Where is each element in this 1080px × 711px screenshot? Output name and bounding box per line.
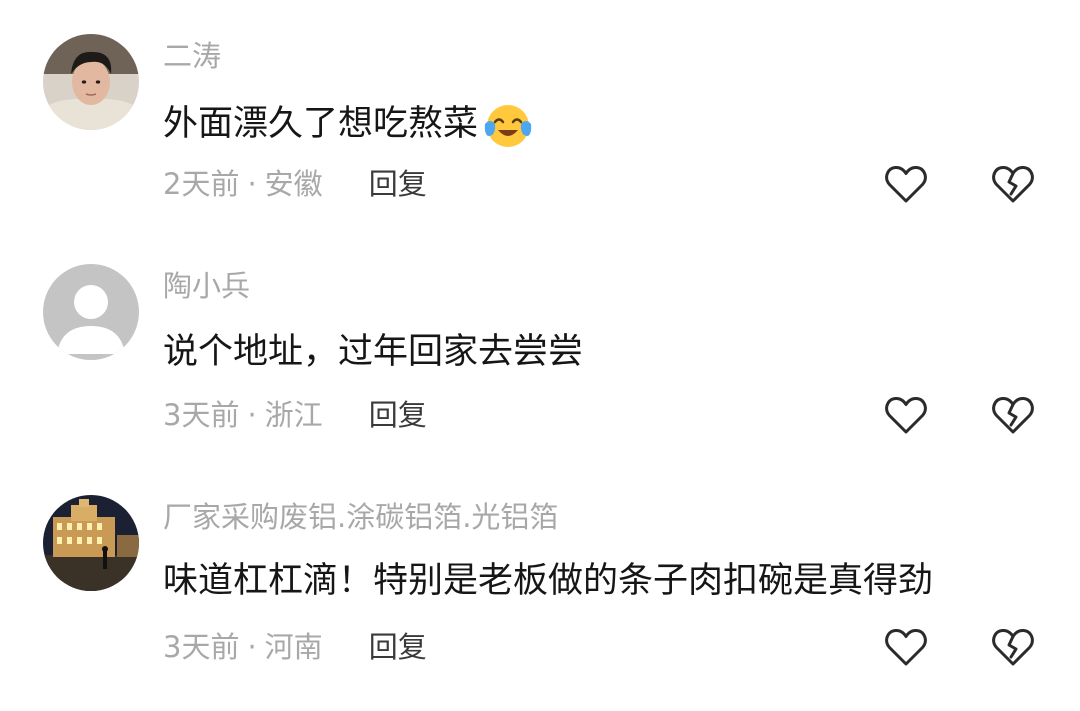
comment-location: 浙江 (264, 398, 323, 432)
meta-separator: · (247, 398, 257, 432)
broken-heart-icon[interactable] (991, 627, 1035, 667)
comment-location: 安徽 (264, 167, 323, 201)
crying-laughing-emoji-icon (482, 98, 534, 150)
avatar[interactable] (43, 34, 139, 130)
heart-outline-icon[interactable] (884, 627, 928, 667)
username[interactable]: 陶小兵 (163, 268, 250, 304)
comment-location: 河南 (264, 630, 323, 664)
comment-text-body: 说个地址，过年回家去尝尝 (163, 332, 584, 372)
comment-item: 厂家采购废铝.涂碳铝箔.光铝箔 味道杠杠滴！特别是老板做的条子肉扣碗是真得劲 3… (0, 461, 1080, 691)
comment-meta: 3天前 · 浙江 回复 (163, 395, 427, 435)
comment-text: 味道杠杠滴！特别是老板做的条子肉扣碗是真得劲 (163, 559, 933, 603)
broken-heart-icon[interactable] (991, 164, 1035, 204)
username[interactable]: 二涛 (163, 38, 221, 74)
comment-time: 3天前 (163, 630, 240, 664)
comment-text-body: 外面漂久了想吃熬菜 (163, 104, 479, 144)
avatar[interactable] (43, 495, 139, 591)
comment-text: 说个地址，过年回家去尝尝 (163, 330, 583, 374)
avatar[interactable] (43, 264, 139, 360)
comment-meta: 2天前 · 安徽 回复 (163, 164, 427, 204)
comment-meta: 3天前 · 河南 回复 (163, 627, 427, 667)
comment-item: 二涛 外面漂久了想吃熬菜 2天前 · 安徽 回复 (0, 0, 1080, 230)
username[interactable]: 厂家采购废铝.涂碳铝箔.光铝箔 (163, 499, 558, 535)
meta-separator: · (247, 630, 257, 664)
reply-button[interactable]: 回复 (369, 164, 427, 204)
comment-text-body: 味道杠杠滴！特别是老板做的条子肉扣碗是真得劲 (163, 561, 934, 601)
reply-button[interactable]: 回复 (369, 627, 427, 667)
broken-heart-icon[interactable] (991, 395, 1035, 435)
comment-text: 外面漂久了想吃熬菜 (163, 98, 534, 150)
heart-outline-icon[interactable] (884, 164, 928, 204)
comment-item: 陶小兵 说个地址，过年回家去尝尝 3天前 · 浙江 回复 (0, 230, 1080, 460)
comment-time: 2天前 (163, 167, 240, 201)
heart-outline-icon[interactable] (884, 395, 928, 435)
reply-button[interactable]: 回复 (369, 395, 427, 435)
comment-time: 3天前 (163, 398, 240, 432)
meta-separator: · (247, 167, 257, 201)
